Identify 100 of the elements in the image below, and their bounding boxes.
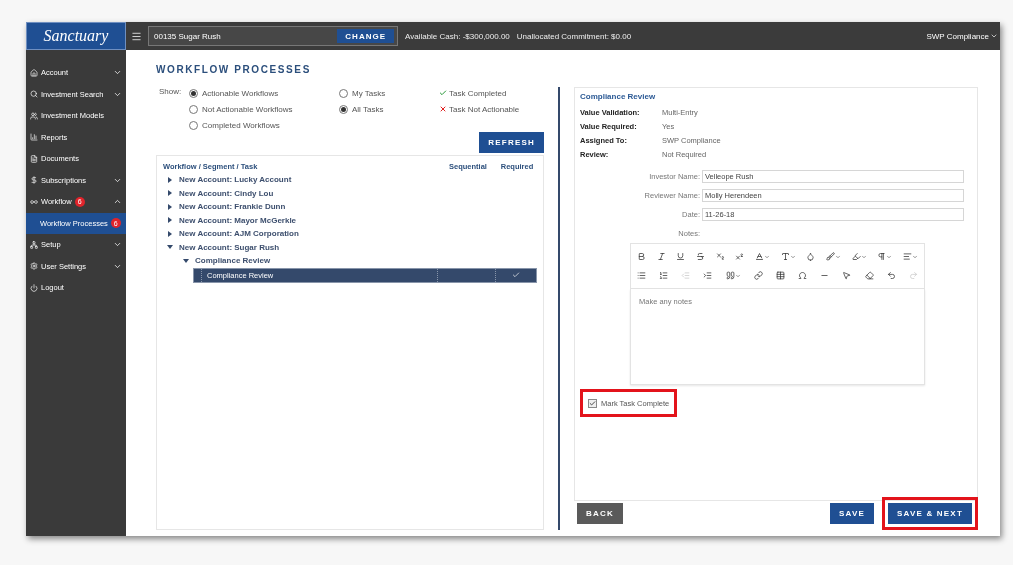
- dollar-icon: [30, 176, 38, 185]
- refresh-button[interactable]: REFRESH: [479, 132, 544, 153]
- indent-icon: [703, 271, 713, 280]
- radio-option[interactable]: Completed Workflows: [189, 119, 339, 131]
- account-field[interactable]: 00135 Sugar Rush CHANGE: [148, 26, 398, 46]
- triangle-right-icon[interactable]: [167, 176, 173, 183]
- paragraph-icon: [877, 252, 887, 261]
- checkbox[interactable]: [588, 398, 597, 408]
- redo-icon: [908, 271, 918, 280]
- tree-label[interactable]: New Account: Mayor McGerkle: [179, 215, 297, 225]
- italic-button[interactable]: [656, 252, 666, 261]
- brush-button[interactable]: [825, 252, 841, 261]
- balance-text: Available Cash: -$300,000.00: [405, 31, 510, 41]
- subscript-button[interactable]: [715, 252, 725, 261]
- chevron-down-icon: [990, 32, 998, 40]
- hierarchy-icon: [30, 240, 38, 249]
- list-icon: [637, 271, 646, 280]
- subscript-icon: [715, 252, 725, 261]
- settings-icon: [30, 262, 38, 271]
- triangle-right-icon[interactable]: [167, 230, 173, 237]
- table-button[interactable]: [775, 271, 785, 280]
- highlighter-icon: [851, 252, 861, 261]
- font-color-button[interactable]: [754, 252, 770, 261]
- tree-label[interactable]: Compliance Review: [195, 256, 271, 266]
- home-icon: [30, 68, 38, 77]
- font-size-button[interactable]: [780, 252, 796, 261]
- undo-icon: [886, 271, 896, 280]
- pointer-button[interactable]: [842, 271, 852, 280]
- quote-icon: [725, 271, 735, 280]
- strike-button[interactable]: [695, 252, 705, 261]
- indent-button[interactable]: [703, 271, 713, 280]
- tree-label[interactable]: New Account: Lucky Account: [179, 175, 292, 185]
- link-icon: [753, 271, 763, 280]
- bold-button[interactable]: [637, 252, 646, 261]
- link-button[interactable]: [753, 271, 763, 280]
- pointer-icon: [842, 271, 852, 280]
- logo[interactable]: Sanctuary: [26, 22, 126, 50]
- radio-option[interactable]: My Tasks: [339, 87, 439, 99]
- power-icon: [30, 283, 38, 292]
- superscript-button[interactable]: [735, 252, 745, 261]
- cross-icon: [439, 105, 447, 113]
- check-icon: [439, 89, 447, 97]
- bold-icon: [637, 252, 646, 261]
- legend-label: Task Not Actionable: [449, 104, 520, 114]
- paragraph-button[interactable]: [877, 252, 893, 261]
- highlighter-button[interactable]: [851, 252, 867, 261]
- tree-label[interactable]: New Account: Cindy Lou: [179, 188, 274, 198]
- font-color-icon: [754, 252, 764, 261]
- font-size-icon: [780, 252, 790, 261]
- quote-button[interactable]: [725, 271, 741, 280]
- menu-icon[interactable]: [131, 30, 142, 42]
- omega-icon: [798, 271, 808, 280]
- omega-button[interactable]: [798, 271, 808, 280]
- people-icon: [30, 111, 38, 120]
- drop-button[interactable]: [806, 252, 816, 261]
- drop-icon: [806, 252, 816, 261]
- triangle-right-icon[interactable]: [167, 203, 173, 210]
- account-value: 00135 Sugar Rush: [154, 31, 221, 41]
- undo-button[interactable]: [886, 271, 896, 280]
- search-icon: [30, 90, 38, 99]
- eraser-icon: [864, 271, 874, 280]
- ordered-list-icon: [659, 271, 669, 280]
- tree-label[interactable]: New Account: Sugar Rush: [179, 242, 280, 252]
- list-button[interactable]: [637, 271, 646, 280]
- check-icon: [512, 271, 520, 279]
- outdent-icon: [681, 271, 691, 280]
- triangle-right-icon[interactable]: [167, 190, 173, 197]
- align-icon: [902, 252, 912, 261]
- radio-option[interactable]: Not Actionable Workflows: [189, 103, 339, 115]
- align-button[interactable]: [902, 252, 918, 261]
- superscript-icon: [735, 252, 745, 261]
- page-title: WORKFLOW PROCESSES: [156, 63, 312, 77]
- filter-label: Show:: [159, 87, 183, 98]
- underline-icon: [676, 252, 686, 261]
- radio-option[interactable]: All Tasks: [339, 103, 439, 115]
- save-next-button[interactable]: SAVE & NEXT: [888, 503, 972, 524]
- strike-icon: [695, 252, 705, 261]
- ordered-list-button[interactable]: [659, 271, 669, 280]
- tree-label[interactable]: New Account: AJM Corporation: [179, 229, 299, 239]
- triangle-down-icon[interactable]: [183, 257, 189, 264]
- eraser-button[interactable]: [864, 271, 874, 280]
- back-button[interactable]: BACK: [577, 503, 623, 524]
- italic-icon: [656, 252, 666, 261]
- balance-text: Unallocated Commitment: $0.00: [516, 31, 632, 41]
- infinity-icon: [30, 197, 38, 206]
- table-icon: [775, 271, 785, 280]
- radio-option[interactable]: Actionable Workflows: [189, 87, 339, 99]
- brush-icon: [825, 252, 835, 261]
- user-menu[interactable]: SWP Compliance: [924, 31, 1000, 41]
- document-icon: [30, 154, 38, 163]
- triangle-down-icon[interactable]: [167, 244, 173, 251]
- change-button[interactable]: CHANGE: [337, 29, 394, 43]
- check-icon: [589, 399, 596, 407]
- legend-label: Task Completed: [449, 88, 507, 98]
- underline-button[interactable]: [676, 252, 686, 261]
- panel-title: Compliance Review: [580, 92, 657, 103]
- bar-chart-icon: [30, 133, 38, 142]
- save-button[interactable]: SAVE: [830, 503, 875, 524]
- triangle-right-icon[interactable]: [167, 217, 173, 224]
- tree-label[interactable]: New Account: Frankie Dunn: [179, 202, 286, 212]
